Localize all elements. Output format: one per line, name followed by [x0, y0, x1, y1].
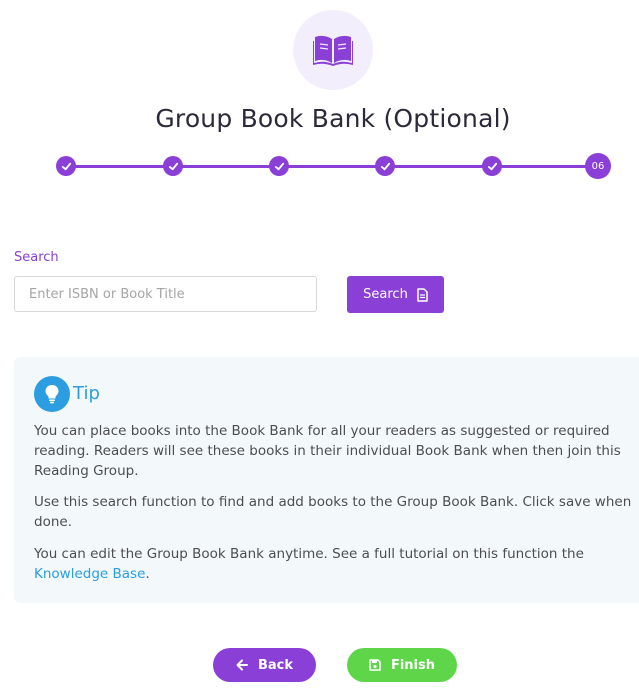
progress-stepper: 06: [56, 153, 611, 179]
tip-paragraph-3-end: .: [145, 566, 150, 582]
step-1-complete[interactable]: [56, 156, 76, 176]
check-icon: [168, 162, 178, 170]
page-title: Group Book Bank (Optional): [155, 104, 511, 133]
lightbulb-icon: [45, 385, 59, 404]
document-icon: [417, 287, 428, 302]
step-5-complete[interactable]: [482, 156, 502, 176]
tip-panel: Tip You can place books into the Book Ba…: [14, 357, 639, 603]
knowledge-base-link[interactable]: Knowledge Base: [34, 566, 145, 582]
arrow-left-icon: [236, 659, 248, 671]
tip-icon-circle: [34, 376, 70, 412]
save-icon: [369, 659, 381, 671]
finish-button[interactable]: Finish: [347, 648, 457, 682]
stepper-line: [66, 165, 599, 168]
open-book-icon: [313, 35, 353, 66]
search-button[interactable]: Search: [347, 276, 444, 313]
check-icon: [487, 162, 497, 170]
back-button[interactable]: Back: [213, 648, 316, 682]
check-icon: [274, 162, 284, 170]
back-button-label: Back: [257, 657, 294, 673]
tip-title: Tip: [73, 383, 100, 404]
step-4-complete[interactable]: [375, 156, 395, 176]
check-icon: [380, 162, 390, 170]
search-label: Search: [14, 250, 59, 265]
tip-paragraph-3: You can edit the Group Book Bank anytime…: [34, 544, 634, 584]
finish-button-label: Finish: [390, 657, 436, 673]
search-button-label: Search: [363, 287, 408, 302]
step-3-complete[interactable]: [269, 156, 289, 176]
step-6-current[interactable]: 06: [585, 153, 611, 179]
step-2-complete[interactable]: [163, 156, 183, 176]
tip-paragraph-3-text: You can edit the Group Book Bank anytime…: [34, 546, 584, 562]
check-icon: [61, 162, 71, 170]
header-icon-circle: [293, 10, 373, 90]
search-input[interactable]: [14, 276, 317, 312]
tip-paragraph-1: You can place books into the Book Bank f…: [34, 423, 621, 479]
tip-paragraph-2: Use this search function to find and add…: [34, 494, 632, 530]
